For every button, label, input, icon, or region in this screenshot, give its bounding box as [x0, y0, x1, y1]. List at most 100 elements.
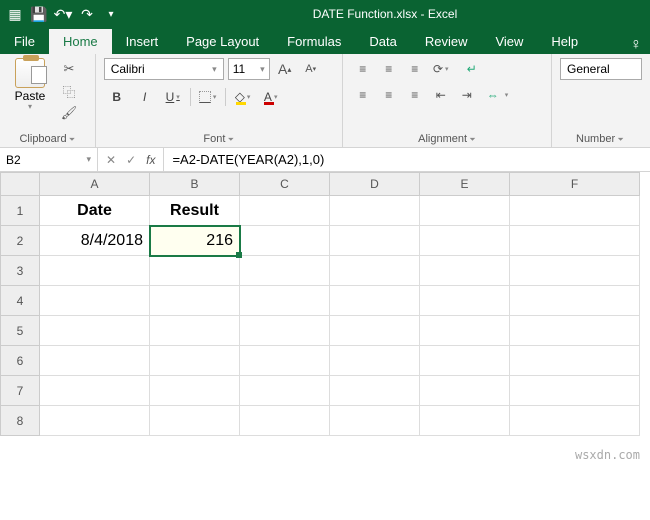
enter-formula-icon[interactable]: ✓: [126, 153, 136, 167]
cell[interactable]: [420, 376, 510, 406]
cell[interactable]: [420, 406, 510, 436]
cell[interactable]: [150, 316, 240, 346]
cell[interactable]: [420, 196, 510, 226]
col-header[interactable]: D: [330, 172, 420, 196]
cell[interactable]: [240, 196, 330, 226]
align-center-icon[interactable]: ≡: [377, 84, 401, 106]
align-middle-icon[interactable]: ≡: [377, 58, 401, 80]
cell-A2[interactable]: 8/4/2018: [40, 226, 150, 256]
format-painter-icon[interactable]: 🖌: [58, 104, 80, 122]
align-top-icon[interactable]: ≡: [351, 58, 375, 80]
tab-help[interactable]: Help: [537, 29, 592, 54]
cell[interactable]: [240, 406, 330, 436]
font-size-combo[interactable]: 11 ▾: [228, 58, 270, 80]
italic-button[interactable]: I: [132, 86, 158, 108]
cell[interactable]: [150, 346, 240, 376]
increase-indent-icon[interactable]: ⇥: [455, 84, 479, 106]
tab-home[interactable]: Home: [49, 29, 112, 54]
tab-data[interactable]: Data: [355, 29, 410, 54]
tab-insert[interactable]: Insert: [112, 29, 173, 54]
align-right-icon[interactable]: ≡: [403, 84, 427, 106]
cell[interactable]: [510, 256, 640, 286]
cell[interactable]: [510, 196, 640, 226]
tab-page-layout[interactable]: Page Layout: [172, 29, 273, 54]
paste-button[interactable]: Paste▾: [8, 58, 52, 122]
row-header[interactable]: 5: [0, 316, 40, 346]
increase-font-icon[interactable]: A▴: [274, 58, 296, 80]
cell[interactable]: [420, 226, 510, 256]
cut-icon[interactable]: ✂: [58, 60, 80, 78]
col-header[interactable]: E: [420, 172, 510, 196]
cell[interactable]: [420, 316, 510, 346]
wrap-text-button[interactable]: ↵: [461, 58, 483, 80]
bold-button[interactable]: B: [104, 86, 130, 108]
font-color-button[interactable]: A: [258, 86, 284, 108]
spreadsheet-grid[interactable]: 1 2 3 4 5 6 7 8 A B C D E F Date Result: [0, 172, 650, 436]
cell[interactable]: [330, 406, 420, 436]
cell[interactable]: [330, 196, 420, 226]
cell[interactable]: [330, 256, 420, 286]
col-header[interactable]: B: [150, 172, 240, 196]
cell[interactable]: [330, 286, 420, 316]
row-header[interactable]: 4: [0, 286, 40, 316]
formula-input[interactable]: =A2-DATE(YEAR(A2),1,0): [164, 148, 650, 171]
cancel-formula-icon[interactable]: ✕: [106, 153, 116, 167]
underline-button[interactable]: U: [160, 86, 186, 108]
cell[interactable]: [40, 346, 150, 376]
cell[interactable]: [40, 376, 150, 406]
save-icon[interactable]: 💾: [30, 5, 48, 23]
cell[interactable]: [150, 376, 240, 406]
cell[interactable]: [510, 376, 640, 406]
name-box[interactable]: B2 ▾: [0, 148, 98, 171]
cell-A1[interactable]: Date: [40, 196, 150, 226]
font-family-combo[interactable]: Calibri ▾: [104, 58, 224, 80]
tab-review[interactable]: Review: [411, 29, 482, 54]
cell[interactable]: [240, 256, 330, 286]
col-header[interactable]: C: [240, 172, 330, 196]
orientation-icon[interactable]: ⟳: [429, 58, 453, 80]
cell[interactable]: [40, 286, 150, 316]
cell[interactable]: [40, 256, 150, 286]
col-header[interactable]: A: [40, 172, 150, 196]
tab-file[interactable]: File: [0, 29, 49, 54]
cell[interactable]: [510, 346, 640, 376]
fill-color-button[interactable]: ◇: [230, 86, 256, 108]
row-header[interactable]: 1: [0, 196, 40, 226]
row-header[interactable]: 7: [0, 376, 40, 406]
cell[interactable]: [330, 316, 420, 346]
decrease-font-icon[interactable]: A▾: [300, 58, 322, 80]
row-header[interactable]: 3: [0, 256, 40, 286]
qat-customize-icon[interactable]: ▾: [102, 5, 120, 23]
cell[interactable]: [510, 286, 640, 316]
borders-button[interactable]: [195, 86, 221, 108]
cell[interactable]: [510, 406, 640, 436]
cell[interactable]: [240, 286, 330, 316]
copy-icon[interactable]: ⿻: [58, 82, 80, 100]
cell[interactable]: [330, 376, 420, 406]
cell[interactable]: [40, 316, 150, 346]
row-header[interactable]: 6: [0, 346, 40, 376]
undo-icon[interactable]: ↶▾: [54, 5, 72, 23]
cell[interactable]: [420, 286, 510, 316]
row-header[interactable]: 8: [0, 406, 40, 436]
cell[interactable]: [150, 256, 240, 286]
cell[interactable]: [240, 316, 330, 346]
col-header[interactable]: F: [510, 172, 640, 196]
number-format-combo[interactable]: General: [560, 58, 642, 80]
cell[interactable]: [240, 226, 330, 256]
cell-B1[interactable]: Result: [150, 196, 240, 226]
cell[interactable]: [330, 346, 420, 376]
cell[interactable]: [240, 346, 330, 376]
cell[interactable]: [420, 256, 510, 286]
cell[interactable]: [510, 226, 640, 256]
tab-formulas[interactable]: Formulas: [273, 29, 355, 54]
select-all-corner[interactable]: [0, 172, 40, 196]
row-header[interactable]: 2: [0, 226, 40, 256]
cell[interactable]: [150, 286, 240, 316]
cell[interactable]: [240, 376, 330, 406]
fx-icon[interactable]: fx: [146, 153, 155, 167]
tab-view[interactable]: View: [481, 29, 537, 54]
cell-B2-selected[interactable]: 216: [150, 226, 240, 256]
align-bottom-icon[interactable]: ≡: [403, 58, 427, 80]
decrease-indent-icon[interactable]: ⇤: [429, 84, 453, 106]
